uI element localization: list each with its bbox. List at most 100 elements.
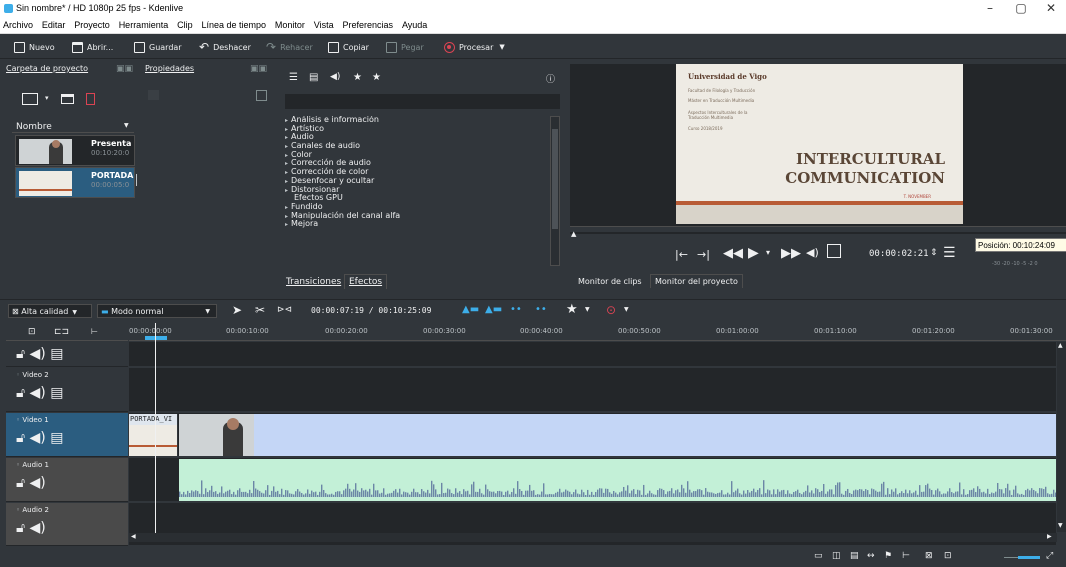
effects-scrollbar[interactable] <box>550 116 560 266</box>
track-header[interactable]: 🔓︎ ◀) ▤ <box>6 342 128 367</box>
split-audio-icon[interactable]: ⊠ <box>925 551 933 561</box>
timeline-hscrollbar[interactable]: ◀ ▶ <box>129 533 1057 542</box>
menu-clip[interactable]: Clip <box>174 18 196 30</box>
selection-tool-icon[interactable]: ➤ <box>232 303 242 317</box>
effect-category[interactable]: ▸ Análisis e información <box>285 116 547 125</box>
maximize-button[interactable]: ▢ <box>1006 1 1036 15</box>
open-button[interactable]: Abrir... <box>72 40 113 54</box>
volume-icon[interactable]: ◀) <box>806 246 819 259</box>
lock-icon[interactable]: 🔓︎ <box>16 475 25 491</box>
custom-effects-icon[interactable]: ★ <box>372 72 381 83</box>
tab-properties[interactable]: Propiedades <box>145 64 194 73</box>
tab-clip-monitor[interactable]: Monitor de clips <box>578 277 642 286</box>
lock-icon[interactable]: 🔓︎ <box>16 346 25 362</box>
monitor-view[interactable]: Universidad de Vigo Facultad de Filologí… <box>570 64 1066 234</box>
playhead[interactable] <box>155 323 156 533</box>
audio-effects-icon[interactable]: ◀) <box>330 72 340 82</box>
menu-monitor[interactable]: Monitor <box>272 18 308 30</box>
track-lane-video-2[interactable] <box>129 368 1056 412</box>
overwrite-clip-icon[interactable]: ▲▬ <box>485 304 502 315</box>
scroll-left-icon[interactable]: ◀ <box>131 533 136 540</box>
properties-option-icon[interactable] <box>256 90 267 101</box>
save-button[interactable]: Guardar <box>134 40 182 54</box>
timeline-audio-clip[interactable] <box>179 459 1056 501</box>
redo-button[interactable]: ↷ Rehacer <box>266 40 313 54</box>
chevron-down-icon[interactable]: ▼ <box>624 306 629 313</box>
play-icon[interactable]: ▶ <box>748 245 759 261</box>
render-button[interactable]: Procesar ▼ <box>444 40 505 54</box>
snap-icon[interactable]: ↔ <box>867 551 875 561</box>
fullscreen-icon[interactable] <box>827 244 841 258</box>
lock-icon[interactable]: 🔓︎ <box>16 385 25 401</box>
track-tool-icon[interactable]: ⊢ <box>91 327 98 336</box>
menu-proyecto[interactable]: Proyecto <box>71 18 113 30</box>
folder-icon[interactable] <box>61 94 74 104</box>
flag-icon[interactable]: ⚑ <box>884 551 892 561</box>
lock-icon[interactable]: 🔓︎ <box>16 520 25 536</box>
mute-icon[interactable]: ◀) <box>30 430 46 446</box>
insert-clip-icon[interactable]: ▲▬ <box>462 304 479 315</box>
tab-project-folder[interactable]: Carpeta de proyecto <box>6 64 88 73</box>
track-lane-audio-1[interactable] <box>129 458 1056 502</box>
fit-zoom-icon[interactable]: ⊡ <box>28 327 36 337</box>
effect-category[interactable]: Efectos GPU <box>285 193 547 203</box>
menu-linea-de-tiempo[interactable]: Línea de tiempo <box>198 18 269 30</box>
tab-transitions[interactable]: Transiciones <box>286 277 341 287</box>
menu-herramienta[interactable]: Herramienta <box>116 18 172 30</box>
tab-effects[interactable]: Efectos <box>344 274 388 289</box>
quality-combo[interactable]: ⊠ Alta calidad ▼ <box>8 304 92 318</box>
scroll-right-icon[interactable]: ▶ <box>1047 533 1052 540</box>
hide-video-icon[interactable]: ▤ <box>50 346 63 362</box>
list-view-icon[interactable]: ☰ <box>289 72 298 83</box>
effect-category[interactable]: ▸ Manipulación del canal alfa <box>285 211 547 221</box>
zone-marker[interactable] <box>145 336 167 340</box>
scroll-up-icon[interactable]: ▲ <box>1058 342 1063 349</box>
zoom-slider[interactable] <box>1004 556 1040 559</box>
monitor-timecode[interactable]: 00:00:02:21 <box>869 249 929 259</box>
menu-icon[interactable]: ☰ <box>943 245 956 261</box>
track-header-video-2[interactable]: ◦ Video 2 🔓︎ ◀) ▤ <box>6 368 128 412</box>
playhead-marker-icon[interactable]: ▲ <box>571 230 576 238</box>
info-icon[interactable]: ⓘ <box>546 72 555 85</box>
set-zone-out-icon[interactable]: →| <box>697 248 710 261</box>
effect-category[interactable]: ▸ Artístico <box>285 124 547 134</box>
lock-icon[interactable]: 🔓︎ <box>16 430 25 446</box>
dock-float-icon[interactable]: ▣▣ <box>250 64 267 74</box>
close-button[interactable]: ✕ <box>1036 1 1066 15</box>
show-markers-icon[interactable]: ▤ <box>850 551 859 561</box>
tab-project-monitor[interactable]: Monitor del proyecto <box>650 274 743 288</box>
timecode-spinner-icon[interactable]: ⇕ <box>930 248 938 258</box>
bin-clip-presentation[interactable]: Presenta 00:10:20:0 <box>15 135 135 166</box>
copy-button[interactable]: Copiar <box>328 40 369 54</box>
hide-video-icon[interactable]: ▤ <box>50 430 63 446</box>
fit-timeline-icon[interactable]: ⊡ <box>944 551 952 561</box>
menu-preferencias[interactable]: Preferencias <box>340 18 397 30</box>
chevron-down-icon[interactable]: ▾ <box>45 94 49 102</box>
menu-editar[interactable]: Editar <box>39 18 69 30</box>
audio-thumbs-icon[interactable]: ◫ <box>832 551 841 561</box>
extract-icon[interactable]: •• <box>535 304 547 315</box>
razor-tool-icon[interactable]: ✂ <box>255 303 265 317</box>
effect-category[interactable]: ▸ Canales de audio <box>285 141 547 151</box>
scroll-down-icon[interactable]: ▼ <box>1058 522 1063 529</box>
mute-icon[interactable]: ◀) <box>30 520 46 536</box>
forward-icon[interactable]: ▶▶ <box>781 246 801 261</box>
mute-icon[interactable]: ◀) <box>30 346 46 362</box>
collapse-icon[interactable]: ⊏⊐ <box>54 327 69 337</box>
record-icon[interactable]: ⊙ <box>606 303 616 317</box>
track-lane-video-1[interactable]: PORTADA_VI <box>129 413 1056 457</box>
chevron-down-icon[interactable]: ▼ <box>585 306 590 313</box>
track-header-audio-2[interactable]: ◦ Audio 2 🔓︎ ◀) <box>6 503 128 546</box>
video-effects-icon[interactable]: ▤ <box>309 72 318 83</box>
dock-float-icon[interactable]: ▣▣ <box>116 64 133 74</box>
column-header[interactable]: Nombre ▼ <box>12 121 134 133</box>
splitter-handle[interactable] <box>136 174 137 186</box>
undo-button[interactable]: ↶ Deshacer <box>199 40 251 54</box>
delete-icon[interactable] <box>86 93 95 105</box>
timeline-clip-presentation[interactable] <box>179 414 1056 456</box>
menu-vista[interactable]: Vista <box>311 18 337 30</box>
minimize-button[interactable]: – <box>975 1 1005 15</box>
bin-clip-portada[interactable]: PORTADA 00:00:05:0 <box>15 167 135 198</box>
effect-category[interactable]: ▸ Mejora <box>285 219 547 229</box>
new-button[interactable]: Nuevo <box>14 40 55 54</box>
